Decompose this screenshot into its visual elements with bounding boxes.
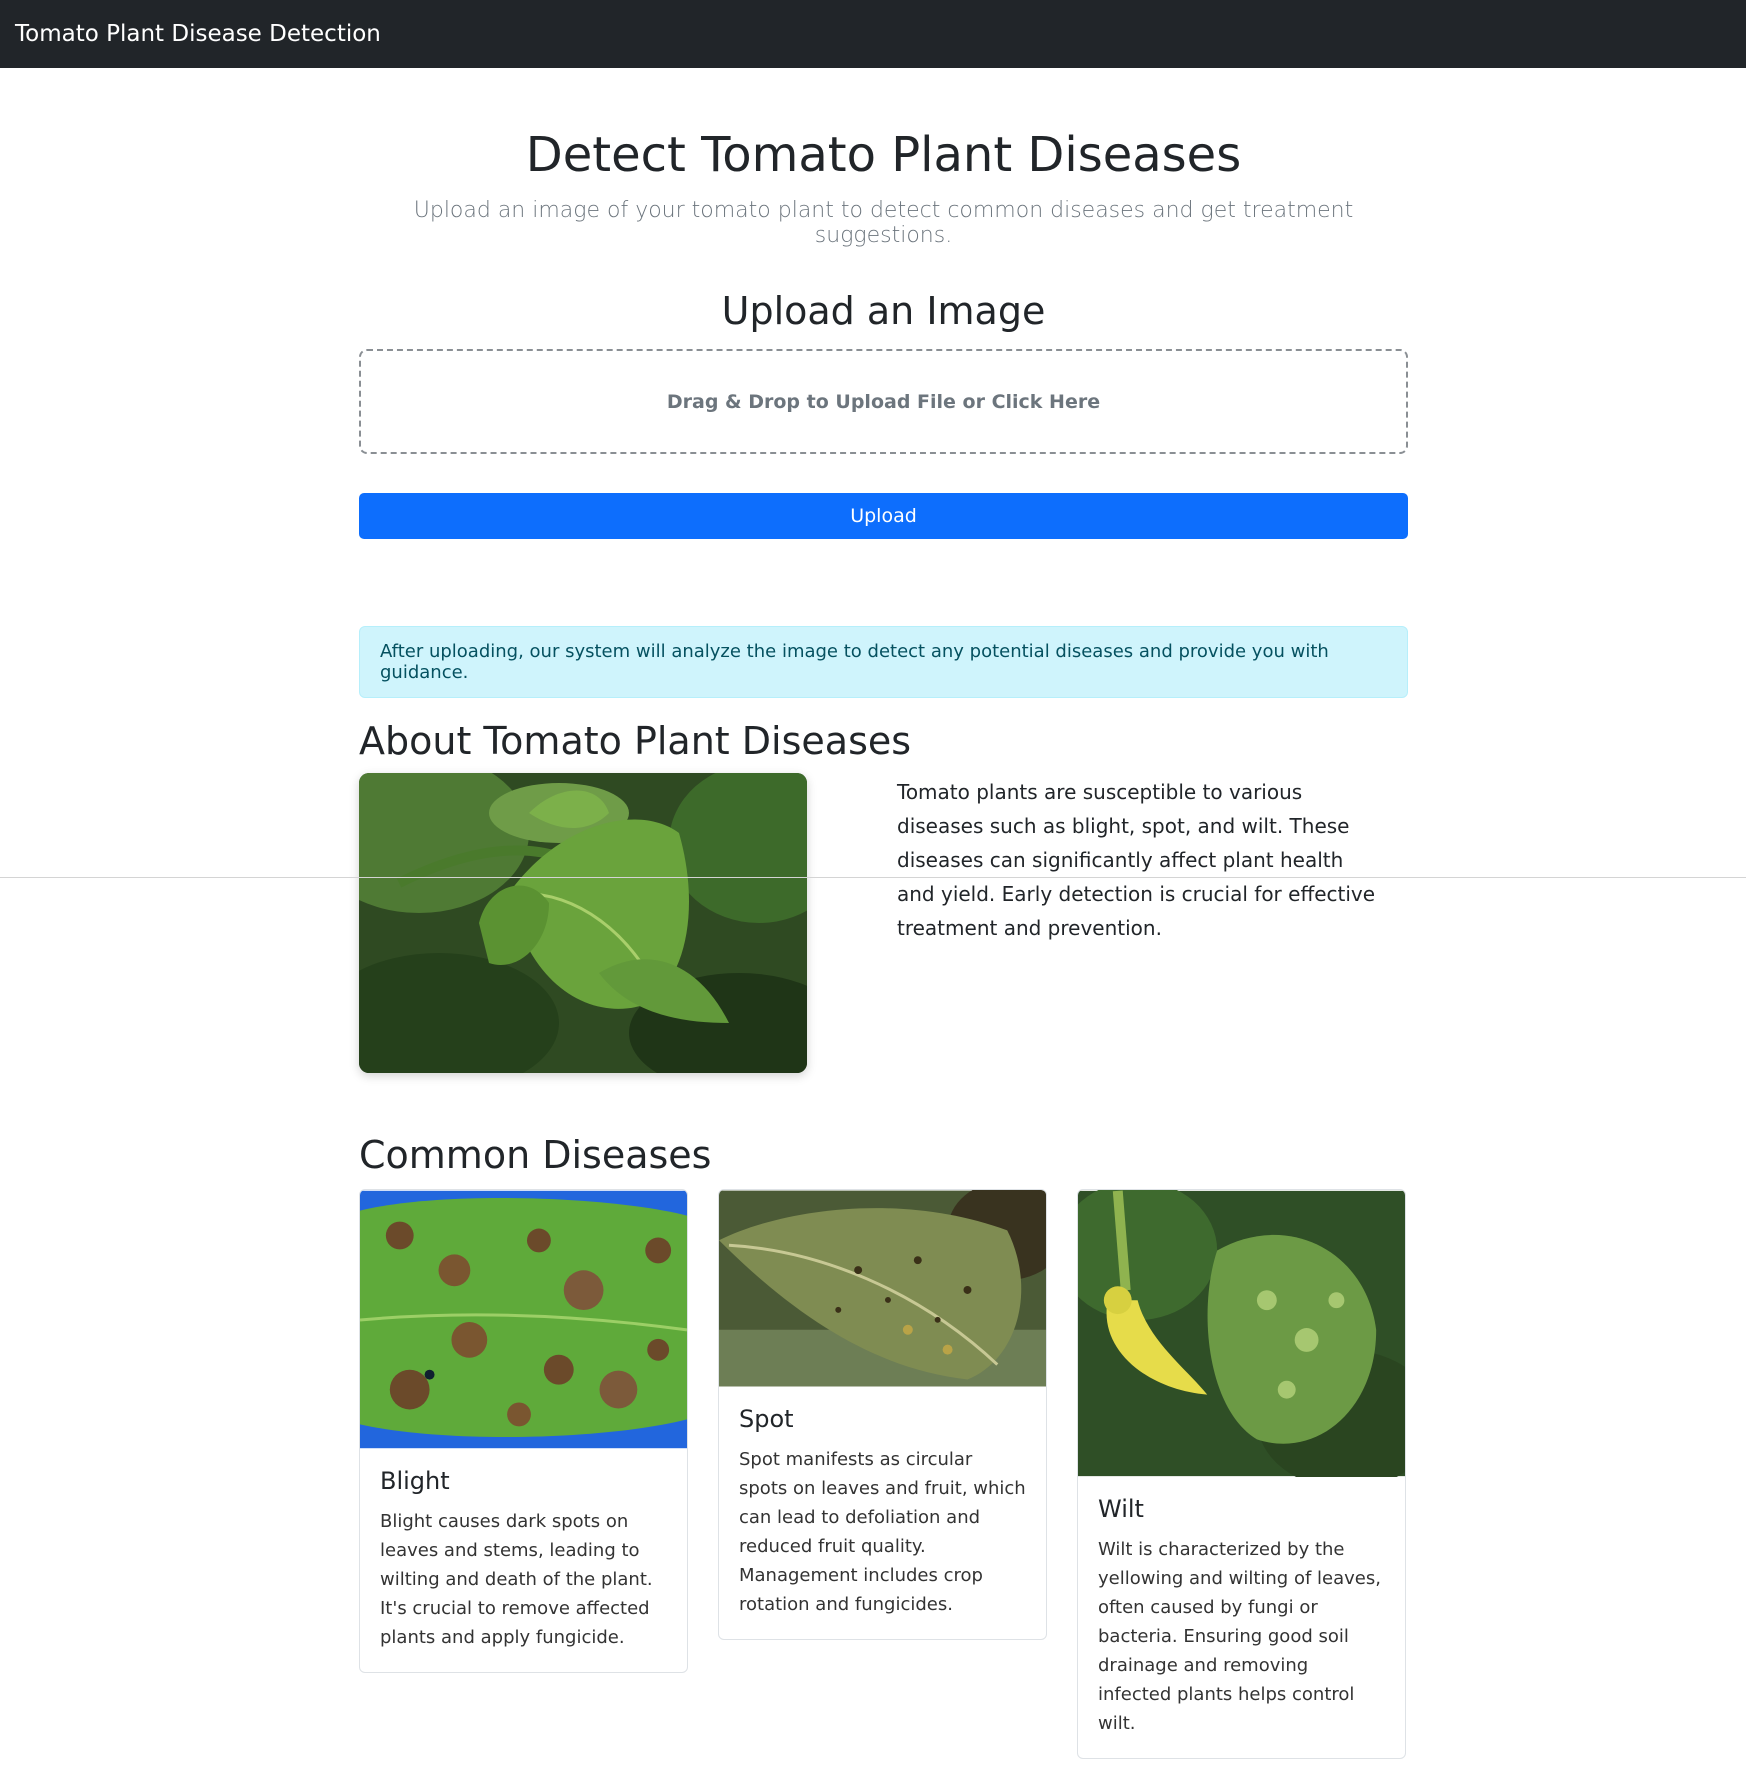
card-title: Spot bbox=[739, 1405, 794, 1433]
blight-leaf-image bbox=[360, 1190, 687, 1449]
card-title: Wilt bbox=[1098, 1495, 1144, 1523]
card-text: Wilt is characterized by the yellowing a… bbox=[1098, 1539, 1381, 1734]
file-dropzone[interactable]: Drag & Drop to Upload File or Click Here bbox=[359, 349, 1408, 454]
card-text: Spot manifests as circular spots on leav… bbox=[739, 1449, 1026, 1615]
page-title: Detect Tomato Plant Diseases bbox=[525, 127, 1242, 183]
navbar-brand[interactable]: Tomato Plant Disease Detection bbox=[15, 21, 381, 47]
info-alert-text: After uploading, our system will analyze… bbox=[380, 641, 1329, 683]
about-description: Tomato plants are susceptible to various… bbox=[897, 780, 1376, 940]
navbar: Tomato Plant Disease Detection bbox=[0, 0, 1746, 68]
disease-card-spot: Spot Spot manifests as circular spots on… bbox=[718, 1189, 1047, 1640]
spot-leaf-image bbox=[719, 1190, 1046, 1387]
disease-card-blight: Blight Blight causes dark spots on leave… bbox=[359, 1189, 688, 1673]
page-divider-line bbox=[0, 877, 1746, 878]
wilt-plant-image bbox=[1078, 1190, 1405, 1477]
card-body: Spot Spot manifests as circular spots on… bbox=[719, 1387, 1046, 1639]
card-title: Blight bbox=[380, 1467, 450, 1495]
dropzone-label: Drag & Drop to Upload File or Click Here bbox=[666, 390, 1101, 413]
page-subtitle: Upload an image of your tomato plant to … bbox=[413, 198, 1354, 248]
card-body: Wilt Wilt is characterized by the yellow… bbox=[1078, 1477, 1405, 1758]
tomato-leaf-image bbox=[359, 773, 807, 1073]
disease-card-wilt: Wilt Wilt is characterized by the yellow… bbox=[1077, 1189, 1406, 1759]
card-body: Blight Blight causes dark spots on leave… bbox=[360, 1449, 687, 1672]
upload-button[interactable]: Upload bbox=[359, 493, 1408, 539]
info-alert: After uploading, our system will analyze… bbox=[359, 626, 1408, 698]
card-text: Blight causes dark spots on leaves and s… bbox=[380, 1511, 653, 1648]
upload-section-title: Upload an Image bbox=[721, 289, 1046, 333]
about-section-title: About Tomato Plant Diseases bbox=[359, 719, 912, 763]
diseases-section-title: Common Diseases bbox=[359, 1133, 712, 1177]
